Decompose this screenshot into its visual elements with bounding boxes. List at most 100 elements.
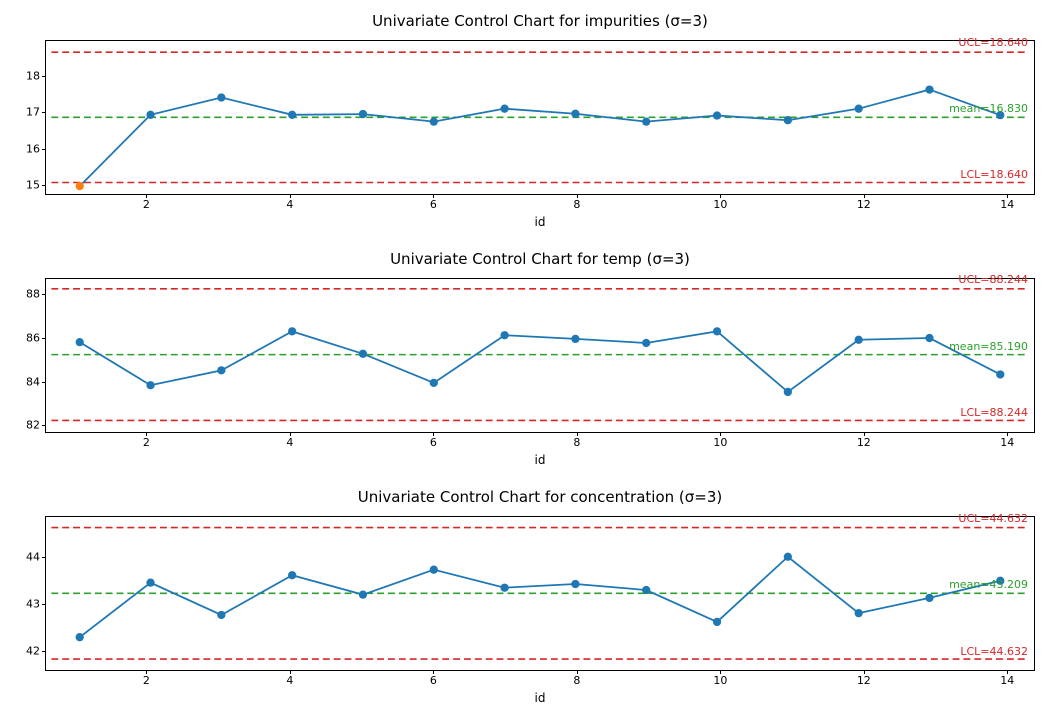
y-tick-mark: [42, 557, 46, 558]
y-tick-label: 84: [0, 375, 40, 388]
data-point-outlier: [76, 182, 84, 190]
y-tick-label: 86: [0, 331, 40, 344]
x-tick-label: 2: [143, 198, 150, 211]
lcl-label: LCL=18.640: [960, 168, 1028, 181]
x-tick-label: 4: [286, 436, 293, 449]
data-point: [217, 611, 225, 619]
x-tick-label: 6: [430, 674, 437, 687]
x-tick-label: 2: [143, 674, 150, 687]
y-tick-label: 18: [0, 69, 40, 82]
data-point: [76, 633, 84, 641]
mean-label: mean=43.209: [949, 578, 1028, 591]
data-point: [217, 366, 225, 374]
data-point: [713, 618, 721, 626]
x-tick-mark: [864, 432, 865, 436]
x-tick-mark: [146, 670, 147, 674]
x-axis-label: id: [45, 691, 1035, 705]
data-point: [571, 110, 579, 118]
chart-panel-impurities: Univariate Control Chart for impurities …: [45, 40, 1035, 195]
chart-panel-concentration: Univariate Control Chart for concentrati…: [45, 516, 1035, 671]
data-point: [571, 580, 579, 588]
data-point: [288, 327, 296, 335]
data-point: [359, 350, 367, 358]
data-point: [76, 338, 84, 346]
data-point: [642, 117, 650, 125]
data-point: [500, 584, 508, 592]
x-tick-label: 4: [286, 198, 293, 211]
data-point: [500, 105, 508, 113]
y-tick-mark: [42, 651, 46, 652]
chart-svg: [46, 279, 1034, 432]
data-point: [996, 370, 1004, 378]
x-tick-label: 2: [143, 436, 150, 449]
x-tick-mark: [720, 670, 721, 674]
y-tick-mark: [42, 382, 46, 383]
x-tick-mark: [290, 670, 291, 674]
x-tick-mark: [720, 432, 721, 436]
x-tick-label: 10: [713, 674, 727, 687]
data-point: [784, 553, 792, 561]
data-point: [642, 339, 650, 347]
y-tick-mark: [42, 76, 46, 77]
x-tick-mark: [146, 432, 147, 436]
data-point: [784, 388, 792, 396]
data-point: [713, 327, 721, 335]
mean-label: mean=16.830: [949, 102, 1028, 115]
chart-panel-temp: Univariate Control Chart for temp (σ=3) …: [45, 278, 1035, 433]
y-tick-label: 17: [0, 106, 40, 119]
x-tick-mark: [433, 670, 434, 674]
y-tick-mark: [42, 604, 46, 605]
x-tick-mark: [577, 670, 578, 674]
x-tick-label: 10: [713, 436, 727, 449]
y-tick-label: 15: [0, 179, 40, 192]
x-tick-mark: [577, 194, 578, 198]
plot-area: 4243442468101214UCL=44.632LCL=44.632mean…: [45, 516, 1035, 671]
y-tick-mark: [42, 425, 46, 426]
y-tick-label: 44: [0, 551, 40, 564]
data-point: [359, 110, 367, 118]
x-tick-label: 8: [573, 674, 580, 687]
x-tick-mark: [290, 432, 291, 436]
data-point: [784, 116, 792, 124]
plot-area: 828486882468101214UCL=88.244LCL=88.244me…: [45, 278, 1035, 433]
data-point: [430, 566, 438, 574]
chart-svg: [46, 41, 1034, 194]
data-point: [855, 105, 863, 113]
x-tick-label: 14: [1000, 674, 1014, 687]
y-tick-label: 16: [0, 142, 40, 155]
data-point: [288, 571, 296, 579]
data-point: [146, 381, 154, 389]
data-point: [925, 594, 933, 602]
plot-area: 151617182468101214UCL=18.640LCL=18.640me…: [45, 40, 1035, 195]
mean-label: mean=85.190: [949, 340, 1028, 353]
chart-svg: [46, 517, 1034, 670]
x-tick-label: 12: [857, 198, 871, 211]
y-tick-mark: [42, 338, 46, 339]
series-line: [80, 557, 1001, 637]
data-point: [288, 111, 296, 119]
x-tick-mark: [1007, 194, 1008, 198]
y-tick-label: 88: [0, 288, 40, 301]
data-point: [500, 331, 508, 339]
y-tick-mark: [42, 112, 46, 113]
data-point: [359, 591, 367, 599]
x-tick-label: 12: [857, 674, 871, 687]
data-point: [642, 586, 650, 594]
y-tick-mark: [42, 185, 46, 186]
lcl-label: LCL=44.632: [960, 645, 1028, 658]
chart-title: Univariate Control Chart for impurities …: [45, 12, 1035, 30]
y-tick-label: 42: [0, 644, 40, 657]
x-tick-label: 6: [430, 436, 437, 449]
data-point: [713, 111, 721, 119]
x-tick-mark: [290, 194, 291, 198]
x-tick-label: 8: [573, 198, 580, 211]
x-tick-label: 14: [1000, 198, 1014, 211]
x-axis-label: id: [45, 215, 1035, 229]
ucl-label: UCL=44.632: [958, 512, 1028, 525]
ucl-label: UCL=18.640: [958, 36, 1028, 49]
x-tick-mark: [146, 194, 147, 198]
y-tick-label: 82: [0, 419, 40, 432]
data-point: [146, 111, 154, 119]
series-line: [80, 90, 1001, 186]
x-tick-mark: [433, 194, 434, 198]
